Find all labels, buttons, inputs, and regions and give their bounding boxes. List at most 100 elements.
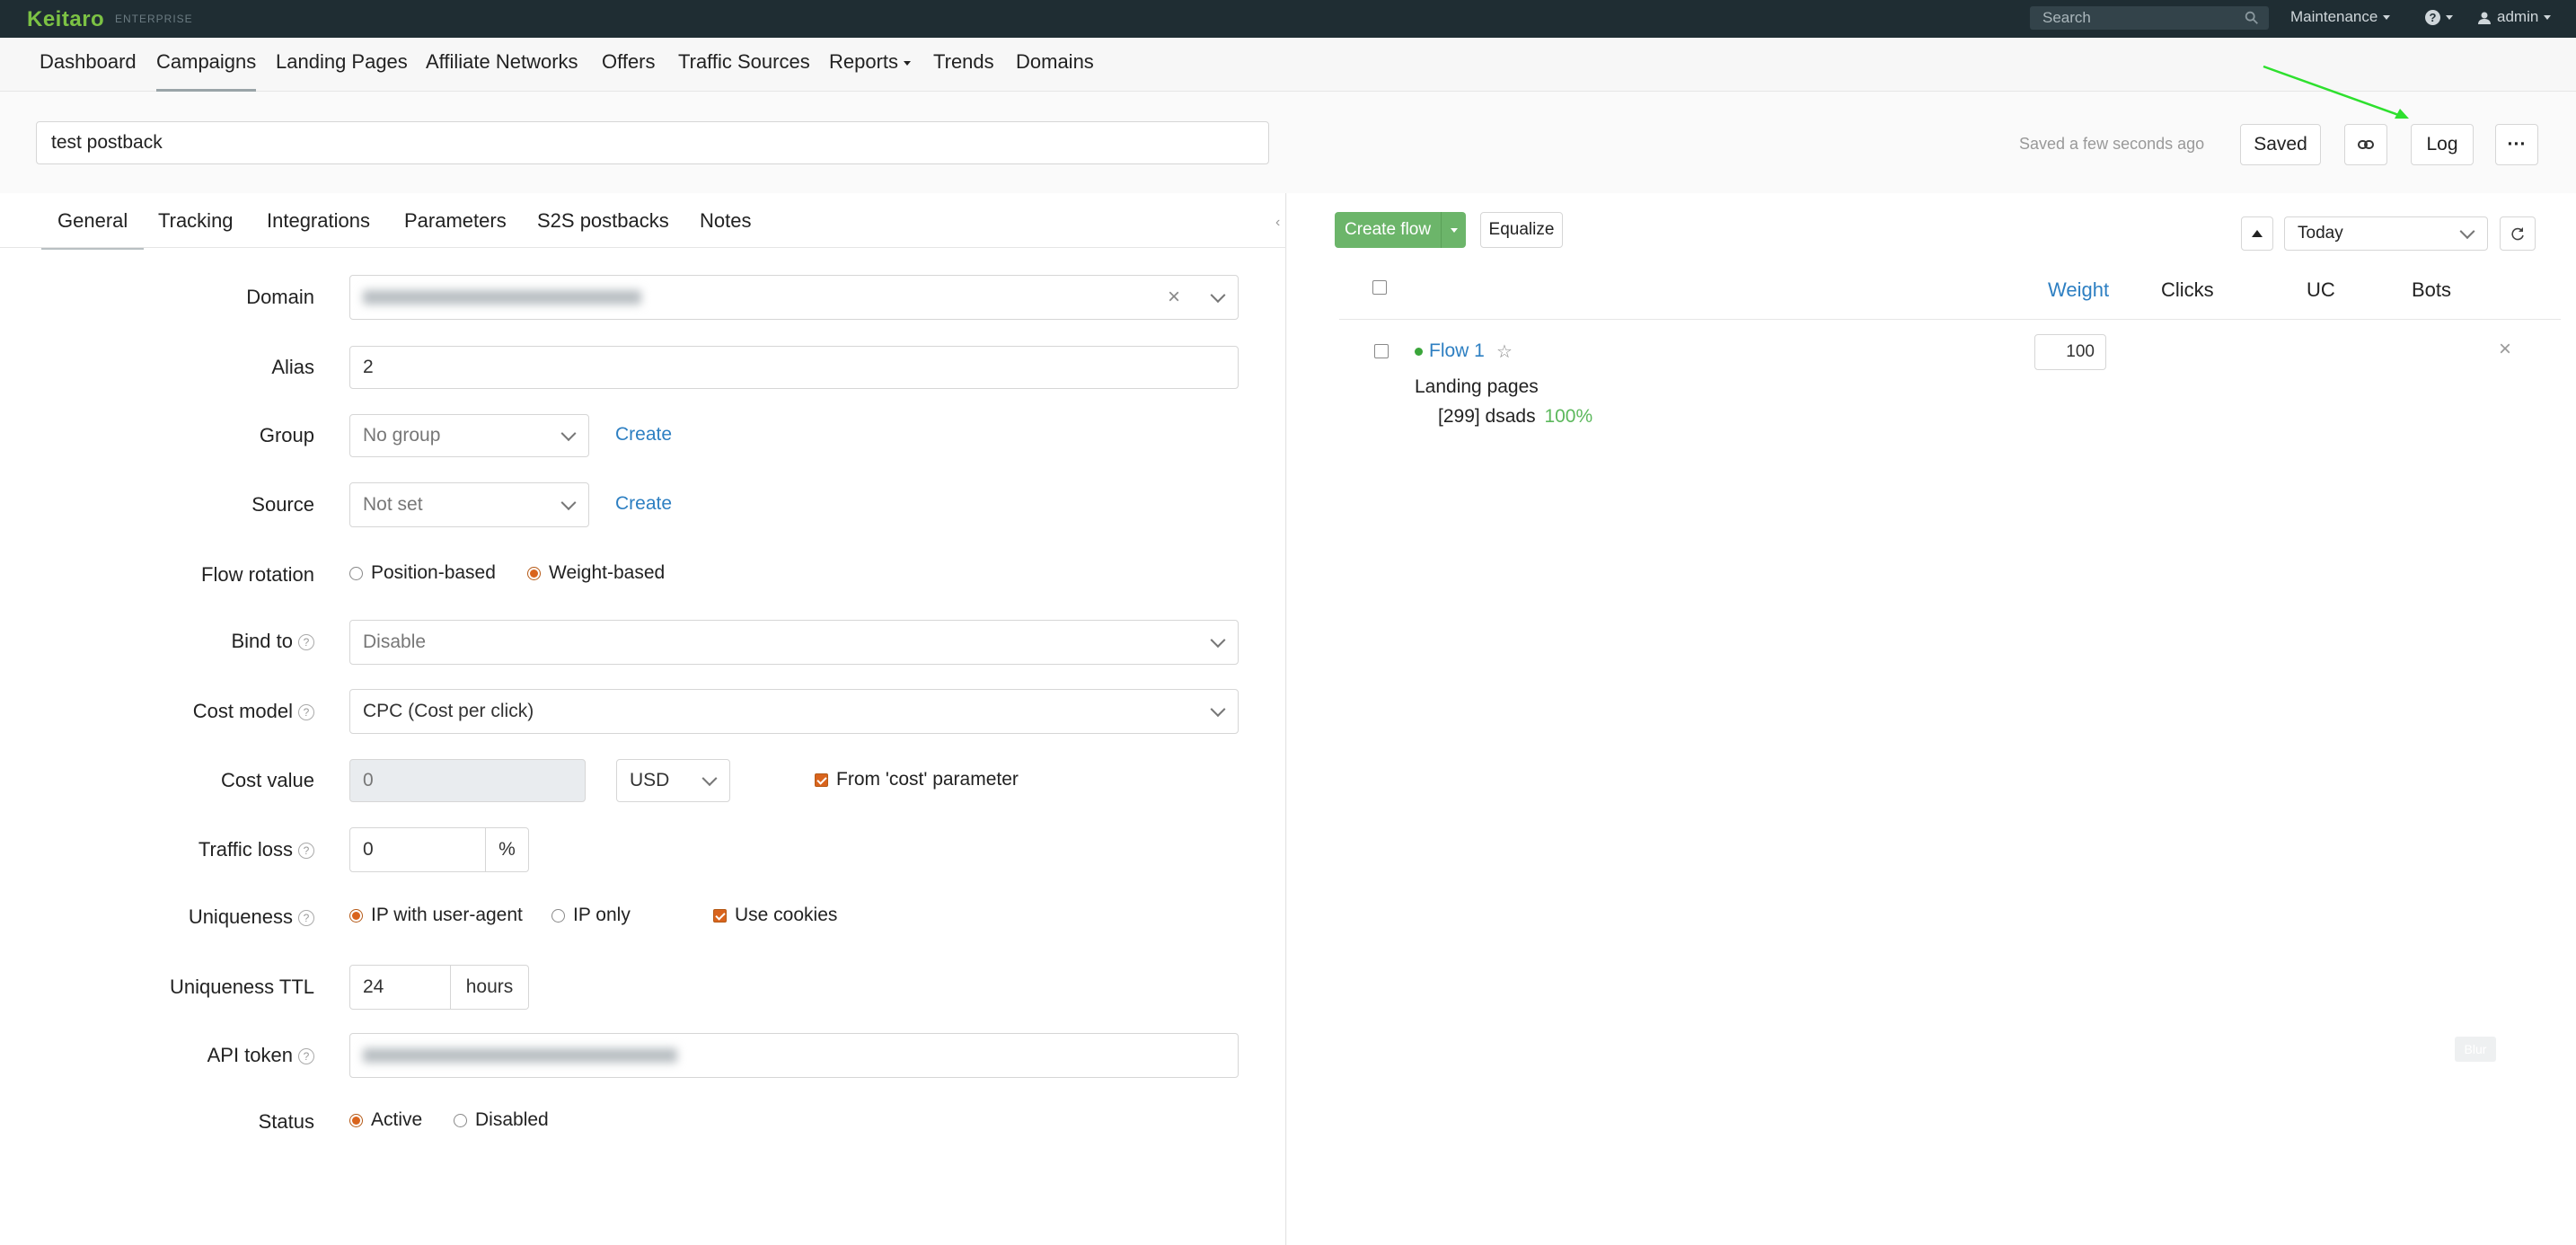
weight-column-header[interactable]: Weight: [2048, 278, 2109, 302]
alias-input[interactable]: 2: [349, 346, 1239, 389]
domain-value-blurred: [363, 290, 641, 305]
cost-model-label: Cost model?: [0, 700, 314, 723]
landing-page-name[interactable]: [299] dsads: [1438, 406, 1536, 427]
radio-circle-selected: [349, 1113, 363, 1127]
domain-select[interactable]: ×: [349, 275, 1239, 320]
weight-based-label: Weight-based: [549, 562, 666, 583]
more-button[interactable]: ···: [2495, 124, 2538, 165]
cost-model-select[interactable]: CPC (Cost per click): [349, 689, 1239, 734]
cost-value-input[interactable]: 0: [349, 759, 586, 802]
flow-name-link[interactable]: Flow 1: [1429, 340, 1485, 362]
radio-circle-selected: [349, 908, 363, 923]
nav-traffic-sources[interactable]: Traffic Sources: [678, 50, 810, 92]
tab-notes[interactable]: Notes: [700, 209, 751, 250]
create-flow-button[interactable]: Create flow: [1335, 212, 1466, 248]
nav-offers[interactable]: Offers: [602, 50, 656, 92]
source-label: Source: [251, 493, 314, 516]
clicks-column-header[interactable]: Clicks: [2161, 278, 2214, 302]
search-icon[interactable]: [2244, 10, 2260, 26]
percent-addon: %: [486, 827, 529, 872]
alias-label: Alias: [271, 356, 314, 378]
status-active-label: Active: [371, 1109, 423, 1130]
create-group-link[interactable]: Create: [615, 424, 672, 446]
campaign-name-input[interactable]: [36, 121, 1269, 164]
help-menu[interactable]: ?: [2425, 8, 2453, 26]
blur-badge[interactable]: Blur: [2455, 1037, 2496, 1062]
ip-only-radio[interactable]: IP only: [551, 905, 631, 926]
traffic-loss-input[interactable]: 0: [349, 827, 486, 872]
create-flow-dropdown[interactable]: [1441, 212, 1466, 248]
keitaro-logo[interactable]: Keitaro: [27, 7, 104, 32]
help-icon[interactable]: ?: [298, 910, 314, 927]
tab-general[interactable]: General: [41, 209, 145, 250]
tab-s2s-postbacks[interactable]: S2S postbacks: [537, 209, 669, 250]
chevron-down-icon: [560, 426, 577, 442]
cost-model-text: Cost model: [192, 700, 293, 722]
chevron-down-icon: [904, 60, 912, 66]
status-disabled-radio[interactable]: Disabled: [454, 1109, 549, 1131]
refresh-button[interactable]: [2500, 216, 2536, 251]
delete-flow-icon[interactable]: ×: [2499, 337, 2511, 362]
link-button[interactable]: [2344, 124, 2387, 165]
global-search[interactable]: [2030, 6, 2269, 30]
sort-up-button[interactable]: [2241, 216, 2273, 251]
from-cost-parameter-checkbox[interactable]: From 'cost' parameter: [815, 769, 1019, 790]
status-active-radio[interactable]: Active: [349, 1109, 422, 1131]
uc-column-header[interactable]: UC: [2307, 278, 2335, 302]
help-icon[interactable]: ?: [298, 704, 314, 721]
nav-trends[interactable]: Trends: [933, 50, 994, 92]
api-token-value-blurred: [363, 1048, 677, 1063]
help-icon[interactable]: ?: [298, 843, 314, 860]
link-icon: [2358, 140, 2374, 149]
clear-icon[interactable]: ×: [1168, 285, 1180, 310]
nav-affiliate-networks[interactable]: Affiliate Networks: [426, 50, 578, 92]
flow-weight-input[interactable]: 100: [2034, 334, 2106, 370]
tab-integrations[interactable]: Integrations: [267, 209, 370, 250]
period-value: Today: [2298, 224, 2343, 243]
radio-circle: [454, 1113, 467, 1127]
period-select[interactable]: Today: [2284, 216, 2488, 251]
hours-addon: hours: [451, 965, 529, 1010]
landing-page-share: 100%: [1544, 406, 1593, 427]
equalize-button[interactable]: Equalize: [1480, 212, 1563, 248]
saved-button[interactable]: Saved: [2240, 124, 2321, 165]
nav-dashboard[interactable]: Dashboard: [40, 50, 137, 92]
bots-column-header[interactable]: Bots: [2412, 278, 2451, 302]
maintenance-menu[interactable]: Maintenance: [2290, 8, 2391, 26]
collapse-panel-icon[interactable]: ‹: [1275, 215, 1280, 231]
use-cookies-checkbox[interactable]: Use cookies: [713, 905, 837, 926]
tab-parameters[interactable]: Parameters: [404, 209, 507, 250]
user-menu[interactable]: admin: [2477, 8, 2552, 26]
weight-based-radio[interactable]: Weight-based: [527, 562, 665, 584]
user-icon: [2478, 12, 2491, 24]
help-icon[interactable]: ?: [298, 634, 314, 651]
main-nav: Dashboard Campaigns Landing Pages Affili…: [0, 38, 2576, 92]
select-all-checkbox[interactable]: [1372, 280, 1387, 295]
chevron-down-icon: [1450, 227, 1458, 233]
nav-landing-pages[interactable]: Landing Pages: [276, 50, 408, 92]
api-token-input[interactable]: [349, 1033, 1239, 1078]
saved-status: Saved a few seconds ago: [2019, 135, 2205, 153]
source-select[interactable]: Not set: [349, 482, 589, 527]
nav-reports[interactable]: Reports: [829, 50, 912, 92]
traffic-loss-text: Traffic loss: [198, 838, 293, 861]
create-source-link[interactable]: Create: [615, 493, 672, 515]
bind-to-select[interactable]: Disable: [349, 620, 1239, 665]
log-button[interactable]: Log: [2411, 124, 2474, 165]
source-value: Not set: [363, 494, 423, 515]
chevron-down-icon: [2459, 224, 2475, 240]
group-select[interactable]: No group: [349, 414, 589, 457]
ip-with-user-agent-radio[interactable]: IP with user-agent: [349, 905, 523, 926]
landing-page-item: [299] dsads 100%: [1438, 406, 1592, 428]
star-icon[interactable]: ☆: [1496, 340, 1513, 363]
uniqueness-ttl-input[interactable]: 24: [349, 965, 451, 1010]
tab-tracking[interactable]: Tracking: [158, 209, 234, 250]
flow-row-checkbox[interactable]: [1374, 344, 1389, 358]
currency-select[interactable]: USD: [616, 759, 730, 802]
help-icon[interactable]: ?: [298, 1048, 314, 1065]
bind-to-label: Bind to?: [0, 630, 314, 653]
nav-campaigns[interactable]: Campaigns: [156, 50, 257, 92]
position-based-radio[interactable]: Position-based: [349, 562, 496, 584]
nav-domains[interactable]: Domains: [1016, 50, 1094, 92]
global-search-input[interactable]: [2042, 9, 2240, 27]
